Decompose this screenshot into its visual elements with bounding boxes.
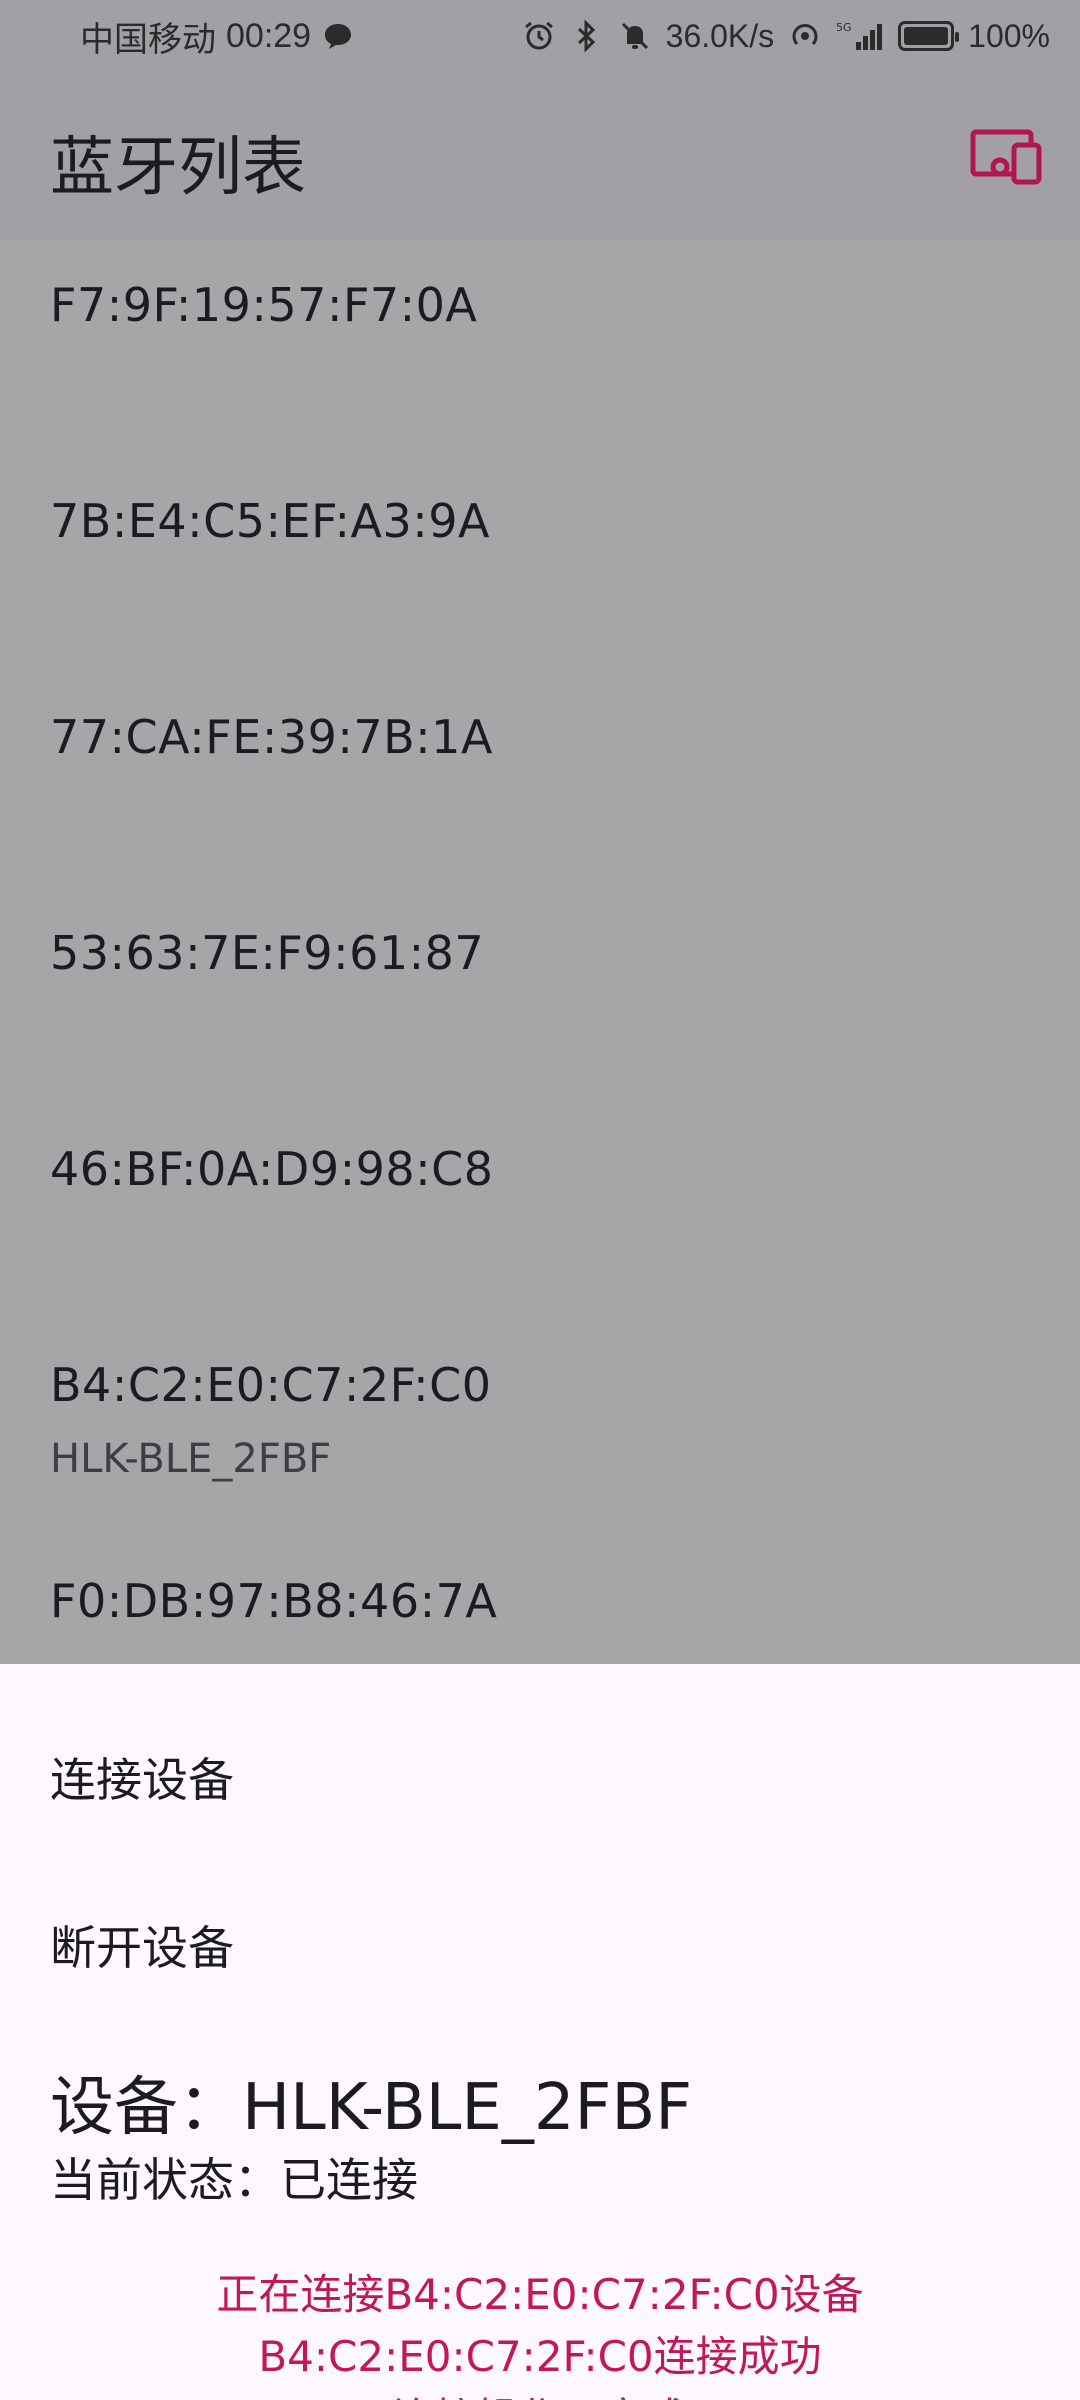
device-list: F7:9F:19:57:F7:0A 7B:E4:C5:EF:A3:9A 77:C… <box>0 240 1080 1664</box>
page-title: 蓝牙列表 <box>50 131 306 205</box>
status-bar-right: 36.0K/s 5G 100% <box>522 14 1050 58</box>
connect-device-button[interactable]: 连接设备 <box>50 1744 234 1810</box>
list-item[interactable]: B4:C2:E0:C7:2F:C0 HLK-BLE_2FBF <box>0 1320 1080 1536</box>
device-address: 46:BF:0A:D9:98:C8 <box>50 1142 494 1196</box>
net-speed: 36.0K/s <box>665 17 775 54</box>
device-address: F7:9F:19:57:F7:0A <box>50 278 478 332</box>
battery-icon <box>898 21 960 51</box>
bottom-sheet: 连接设备 断开设备 设备：HLK-BLE_2FBF 当前状态：已连接 正在连接B… <box>0 1664 1080 2400</box>
device-title: 设备：HLK-BLE_2FBF <box>50 2071 693 2145</box>
device-address: B4:C2:E0:C7:2F:C0 <box>50 1358 492 1412</box>
app-bar: 蓝牙列表 <box>0 72 1080 240</box>
status-bar: 中国移动 00:29 36.0K/s 5G 100% <box>0 0 1080 72</box>
devices-button[interactable] <box>966 122 1046 192</box>
signal-5g-icon: 5G <box>836 19 884 53</box>
clock: 00:29 <box>226 16 312 55</box>
log-line: 正在连接B4:C2:E0:C7:2F:C0设备 <box>216 2270 864 2319</box>
svg-text:5G: 5G <box>836 21 852 34</box>
device-name: HLK-BLE_2FBF <box>50 1436 332 1482</box>
list-item[interactable]: 77:CA:FE:39:7B:1A <box>0 672 1080 888</box>
message-icon <box>321 19 355 53</box>
list-item[interactable]: F7:9F:19:57:F7:0A <box>0 240 1080 456</box>
devices-icon <box>970 129 1042 185</box>
bluetooth-icon <box>570 19 604 53</box>
battery-percent: 100% <box>968 17 1050 54</box>
device-address: 7B:E4:C5:EF:A3:9A <box>50 494 490 548</box>
list-item[interactable]: 46:BF:0A:D9:98:C8 <box>0 1104 1080 1320</box>
device-address: 53:63:7E:F9:61:87 <box>50 926 485 980</box>
alarm-icon <box>522 19 556 53</box>
status-bar-left: 中国移动 00:29 <box>80 14 355 59</box>
device-address: 77:CA:FE:39:7B:1A <box>50 710 493 764</box>
mute-icon <box>618 19 652 53</box>
list-item[interactable]: 53:63:7E:F9:61:87 <box>0 888 1080 1104</box>
connection-log: 正在连接B4:C2:E0:C7:2F:C0设备 B4:C2:E0:C7:2F:C… <box>0 2264 1080 2400</box>
carrier-label: 中国移动 <box>80 20 216 59</box>
log-line: B4:C2:E0:C7:2F:C0连接成功 <box>258 2332 822 2381</box>
list-item[interactable]: 7B:E4:C5:EF:A3:9A <box>0 456 1080 672</box>
device-address: F0:DB:97:B8:46:7A <box>50 1574 498 1628</box>
hotspot-icon <box>788 19 822 53</box>
connection-state: 当前状态：已连接 <box>50 2153 418 2207</box>
list-item[interactable]: F0:DB:97:B8:46:7A <box>0 1536 1080 1664</box>
disconnect-device-button[interactable]: 断开设备 <box>50 1912 234 1978</box>
log-line: 连接操作已完成 <box>0 2388 1080 2400</box>
